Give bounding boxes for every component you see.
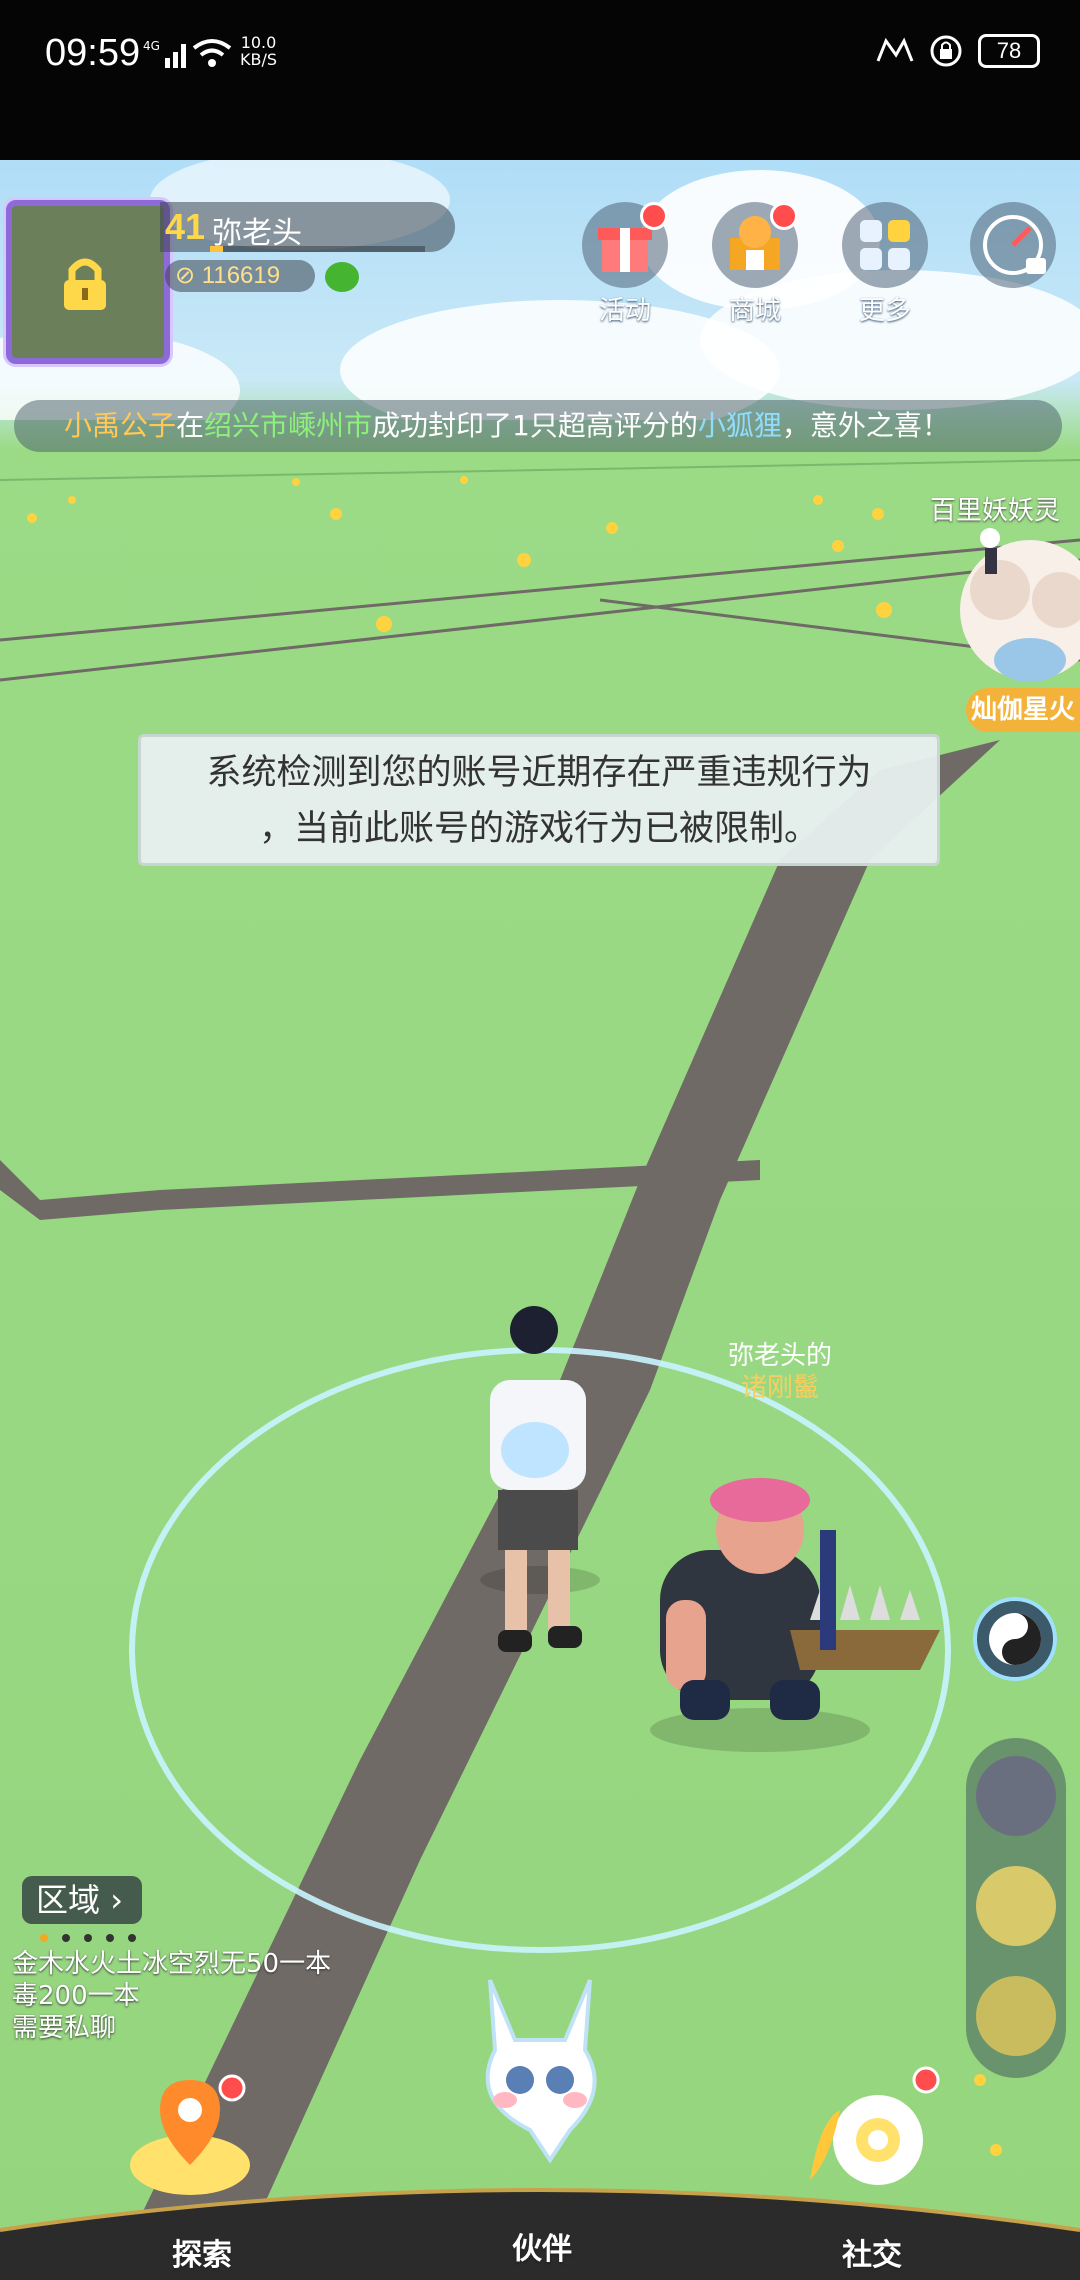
pet-owner-name: 弥老头的 bbox=[728, 1341, 833, 1371]
restriction-notice: 系统检测到您的账号近期存在严重违规行为 ，当前此账号的游戏行为已被限制。 bbox=[138, 734, 940, 866]
coin-balance: ⊘ 116619 bbox=[165, 260, 315, 292]
player-avatar[interactable] bbox=[6, 200, 170, 364]
pet-species-name: 诸刚鬣 bbox=[741, 1373, 820, 1403]
coin-amount: 116619 bbox=[201, 262, 281, 289]
page-dot bbox=[128, 1934, 136, 1942]
partner-spirit-icon[interactable] bbox=[460, 1970, 620, 2170]
partner-slot-3[interactable] bbox=[976, 1976, 1056, 2056]
activity-button[interactable]: 活动 bbox=[580, 202, 670, 327]
compass-coin-icon: ⊘ bbox=[175, 262, 196, 289]
news-place: 绍兴市嵊州市 bbox=[204, 409, 373, 442]
exp-bar-fill bbox=[210, 246, 223, 252]
chat-line: 金木水火土冰空烈无50一本 bbox=[12, 1949, 332, 1979]
social-flower-icon[interactable] bbox=[800, 2060, 950, 2210]
compass-locked-icon bbox=[983, 215, 1046, 275]
wechat-icon[interactable] bbox=[325, 262, 359, 292]
region-button[interactable]: 区域 › bbox=[22, 1876, 142, 1924]
shop-label: 商城 bbox=[728, 296, 781, 326]
chat-line: 毒200一本 bbox=[12, 1981, 140, 2011]
more-label: 更多 bbox=[858, 296, 911, 326]
pet-owner-label: 弥老头的 诸刚鬣 bbox=[728, 1340, 832, 1404]
compass-button[interactable] bbox=[968, 202, 1058, 290]
activity-badge bbox=[640, 202, 668, 230]
social-badge bbox=[912, 2066, 940, 2094]
wifi-icon bbox=[192, 39, 232, 67]
explore-map-icon[interactable] bbox=[120, 2070, 270, 2210]
exp-bar bbox=[210, 246, 425, 252]
news-ticker: 小禹公子在绍兴市嵊州市成功封印了1只超高评分的小狐狸，意外之喜！ bbox=[14, 400, 1062, 452]
npc-name-label[interactable]: 百里妖妖灵 bbox=[930, 490, 1060, 527]
npc-event-tag[interactable]: 灿伽星火 bbox=[966, 688, 1080, 732]
status-time: 09:59 bbox=[45, 32, 141, 74]
game-map[interactable]: 41 弥老头 ⊘ 116619 活动 商城 更多 小禹公子在绍兴市嵊州市成功封印… bbox=[0, 160, 1080, 2280]
partner-slot-2[interactable] bbox=[976, 1866, 1056, 1946]
news-user: 小禹公子 bbox=[64, 409, 177, 442]
chevron-right-icon: › bbox=[110, 1881, 123, 1919]
page-dot bbox=[106, 1934, 114, 1942]
news-text-2: 成功封印了1只超高评分的 bbox=[372, 409, 698, 442]
page-dot bbox=[84, 1934, 92, 1942]
game-mode-icon bbox=[876, 37, 914, 62]
shop-badge bbox=[770, 202, 798, 230]
region-label: 区域 bbox=[36, 1881, 101, 1919]
partner-pet bbox=[650, 1478, 940, 1752]
nav-explore-label[interactable]: 探索 bbox=[172, 2230, 232, 2274]
notice-line-2: ，当前此账号的游戏行为已被限制。 bbox=[258, 809, 819, 849]
lock-icon bbox=[64, 258, 106, 310]
lock-status-icon bbox=[930, 35, 962, 67]
partner-quick-panel bbox=[966, 1738, 1066, 2078]
glow-spots bbox=[27, 476, 1002, 2156]
yin-yang-icon[interactable] bbox=[972, 1596, 1058, 1682]
news-pet: 小狐狸 bbox=[697, 409, 782, 442]
news-text-1: 在 bbox=[176, 409, 205, 442]
svg-text:4G: 4G bbox=[143, 39, 160, 53]
activity-label: 活动 bbox=[598, 296, 651, 326]
news-text-3: ，意外之喜！ bbox=[781, 409, 950, 442]
region-page-dots bbox=[40, 1934, 136, 1942]
nav-social-label[interactable]: 社交 bbox=[842, 2230, 902, 2274]
shop-button[interactable]: 商城 bbox=[710, 202, 800, 327]
chat-feed[interactable]: 金木水火土冰空烈无50一本 毒200一本 需要私聊 bbox=[12, 1948, 331, 2044]
nav-partner-label[interactable]: 伙伴 bbox=[512, 2224, 572, 2268]
explore-badge bbox=[218, 2074, 246, 2102]
more-button[interactable]: 更多 bbox=[840, 202, 930, 327]
page-dot bbox=[40, 1934, 48, 1942]
partner-slot-1[interactable] bbox=[976, 1756, 1056, 1836]
chat-line: 需要私聊 bbox=[12, 2013, 117, 2043]
npc-creature bbox=[960, 528, 1080, 682]
notice-line-1: 系统检测到您的账号近期存在严重违规行为 bbox=[206, 753, 872, 793]
page-dot bbox=[62, 1934, 70, 1942]
cellular-signal-icon: 4G bbox=[143, 39, 186, 68]
player-level: 41 bbox=[165, 206, 206, 247]
more-grid-icon bbox=[860, 220, 910, 270]
network-speed: 10.0 KB/S bbox=[240, 33, 278, 69]
status-bar: 09:59 4G 10.0 KB/S 78 bbox=[0, 0, 1080, 160]
battery-indicator: 78 bbox=[978, 34, 1040, 68]
